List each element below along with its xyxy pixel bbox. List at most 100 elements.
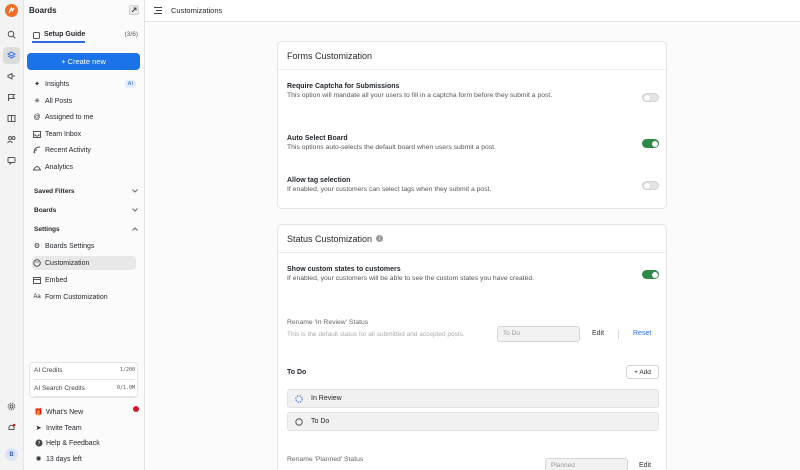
chevron-down-icon [132, 207, 138, 214]
ai-badge: AI [124, 80, 136, 88]
section-settings[interactable]: Settings [34, 223, 138, 235]
settings-item-customization[interactable]: Customization [32, 256, 136, 270]
option-allow-tag-selection: Allow tag selection If enabled, your cus… [287, 177, 659, 195]
book-icon[interactable] [3, 110, 20, 127]
edit-button[interactable]: Edit [639, 462, 651, 469]
sparkle-icon: ✦ [34, 81, 40, 88]
tag-selection-toggle[interactable] [642, 181, 659, 190]
help-feedback-link[interactable]: ? Help & Feedback [34, 437, 138, 449]
chevron-up-icon [132, 226, 138, 233]
settings-item-label: Form Customization [45, 293, 108, 301]
avatar[interactable]: B [5, 448, 18, 461]
nav-item-label: Insights [45, 80, 70, 88]
text-icon: Aa [33, 294, 41, 300]
app-logo-icon[interactable] [5, 4, 18, 17]
asterisk-icon: ✳ [34, 98, 40, 105]
whats-new-link[interactable]: 🎁 What's New [34, 406, 138, 418]
edit-button[interactable]: Edit [592, 330, 604, 337]
planned-name-input[interactable]: Planned [545, 458, 628, 470]
flag-icon[interactable] [3, 89, 20, 106]
nav-item-team-inbox[interactable]: Team Inbox [32, 127, 136, 141]
ai-credits-label: AI Credits [34, 367, 63, 374]
palette-icon [32, 259, 42, 267]
auto-select-board-toggle[interactable] [642, 139, 659, 148]
gear-icon: ⚙ [33, 243, 41, 250]
notification-bell-icon[interactable] [3, 419, 20, 436]
collapse-sidebar-button[interactable] [129, 5, 139, 15]
icon-rail: B [0, 0, 24, 470]
card-title: Status Customization i [278, 225, 666, 253]
create-new-button[interactable]: + Create new [27, 53, 140, 70]
gift-icon: 🎁 [34, 409, 43, 416]
state-label: In Review [311, 395, 342, 402]
captcha-toggle[interactable] [642, 93, 659, 102]
help-feedback-label: Help & Feedback [46, 439, 100, 447]
add-state-button[interactable]: + Add [626, 365, 659, 379]
embed-icon [32, 276, 42, 284]
option-auto-select-board: Auto Select Board This options auto-sele… [287, 135, 659, 153]
search-credits-progress-track [34, 396, 135, 397]
invite-team-link[interactable]: ➤ Invite Team [34, 422, 138, 434]
megaphone-icon[interactable] [3, 68, 20, 85]
settings-gear-icon[interactable] [3, 398, 20, 415]
reset-button[interactable]: Reset [633, 330, 651, 337]
send-icon: ➤ [35, 425, 42, 432]
todo-group-title: To Do [287, 369, 307, 376]
state-row-to-do[interactable]: To Do [287, 412, 659, 431]
settings-item-label: Customization [45, 259, 90, 267]
option-description: If enabled, your customers can select ta… [287, 186, 492, 193]
rename-title: Rename 'In Review' Status [287, 319, 369, 326]
option-show-custom-states: Show custom states to customers If enabl… [287, 266, 659, 284]
nav-item-analytics[interactable]: Analytics [32, 160, 136, 174]
nav-item-label: Analytics [45, 163, 74, 171]
topbar: Customizations [145, 0, 800, 22]
sun-icon: ✺ [35, 456, 42, 463]
nav-item-label: Recent Activity [45, 146, 91, 154]
sidebar: Boards Setup Guide (3/6) + Create new ✦ … [24, 0, 145, 470]
option-title: Allow tag selection [287, 177, 351, 184]
divider [618, 330, 619, 339]
toggle-knob [652, 272, 658, 278]
credits-progress-track [34, 379, 135, 380]
chat-icon[interactable] [3, 152, 20, 169]
ai-search-credits-label: AI Search Credits [34, 385, 85, 392]
inbox-icon [32, 130, 42, 138]
section-label: Saved Filters [34, 187, 75, 195]
setup-guide-progress [32, 41, 85, 43]
in-review-name-input[interactable]: To Do [497, 326, 580, 342]
toggle-knob [644, 95, 650, 101]
settings-item-form-customization[interactable]: Aa Form Customization [32, 290, 136, 304]
state-row-in-review[interactable]: In Review [287, 389, 659, 408]
option-title: Auto Select Board [287, 135, 348, 142]
setup-guide-label: Setup Guide [44, 31, 86, 38]
nav-item-all-posts[interactable]: ✳ All Posts [32, 94, 136, 108]
activity-icon [32, 146, 42, 154]
boards-layers-icon[interactable] [3, 47, 20, 64]
ai-search-credits-row: AI Search Credits 0/1.0M [34, 385, 135, 392]
nav-item-assigned-to-me[interactable]: @ Assigned to me [32, 110, 136, 124]
setup-guide[interactable]: Setup Guide (3/6) [32, 30, 138, 43]
svg-text:?: ? [37, 441, 40, 447]
section-boards[interactable]: Boards [34, 204, 138, 216]
trial-label: 13 days left [46, 455, 82, 463]
main-content: Forms Customization Require Captcha for … [146, 23, 800, 470]
section-saved-filters[interactable]: Saved Filters [34, 185, 138, 197]
trial-days-left[interactable]: ✺ 13 days left [34, 453, 138, 465]
nav-item-label: All Posts [45, 97, 73, 105]
option-title: Show custom states to customers [287, 266, 401, 273]
search-icon[interactable] [3, 26, 20, 43]
invite-team-label: Invite Team [46, 424, 82, 432]
ai-credits-row: AI Credits 1/200 [34, 367, 135, 374]
info-icon[interactable]: i [376, 235, 384, 242]
status-customization-card: Status Customization i Show custom state… [277, 224, 667, 470]
nav-item-insights[interactable]: ✦ Insights AI [32, 77, 136, 91]
settings-item-embed[interactable]: Embed [32, 273, 136, 287]
nav-item-recent-activity[interactable]: Recent Activity [32, 143, 136, 157]
checklist-icon [33, 32, 40, 39]
menu-toggle-icon[interactable] [154, 7, 162, 16]
show-custom-states-toggle[interactable] [642, 270, 659, 279]
settings-item-boards-settings[interactable]: ⚙ Boards Settings [32, 239, 136, 253]
setup-guide-count: (3/6) [124, 31, 138, 38]
users-icon[interactable] [3, 131, 20, 148]
rename-in-review-row: Rename 'In Review' Status This is the de… [287, 319, 659, 342]
